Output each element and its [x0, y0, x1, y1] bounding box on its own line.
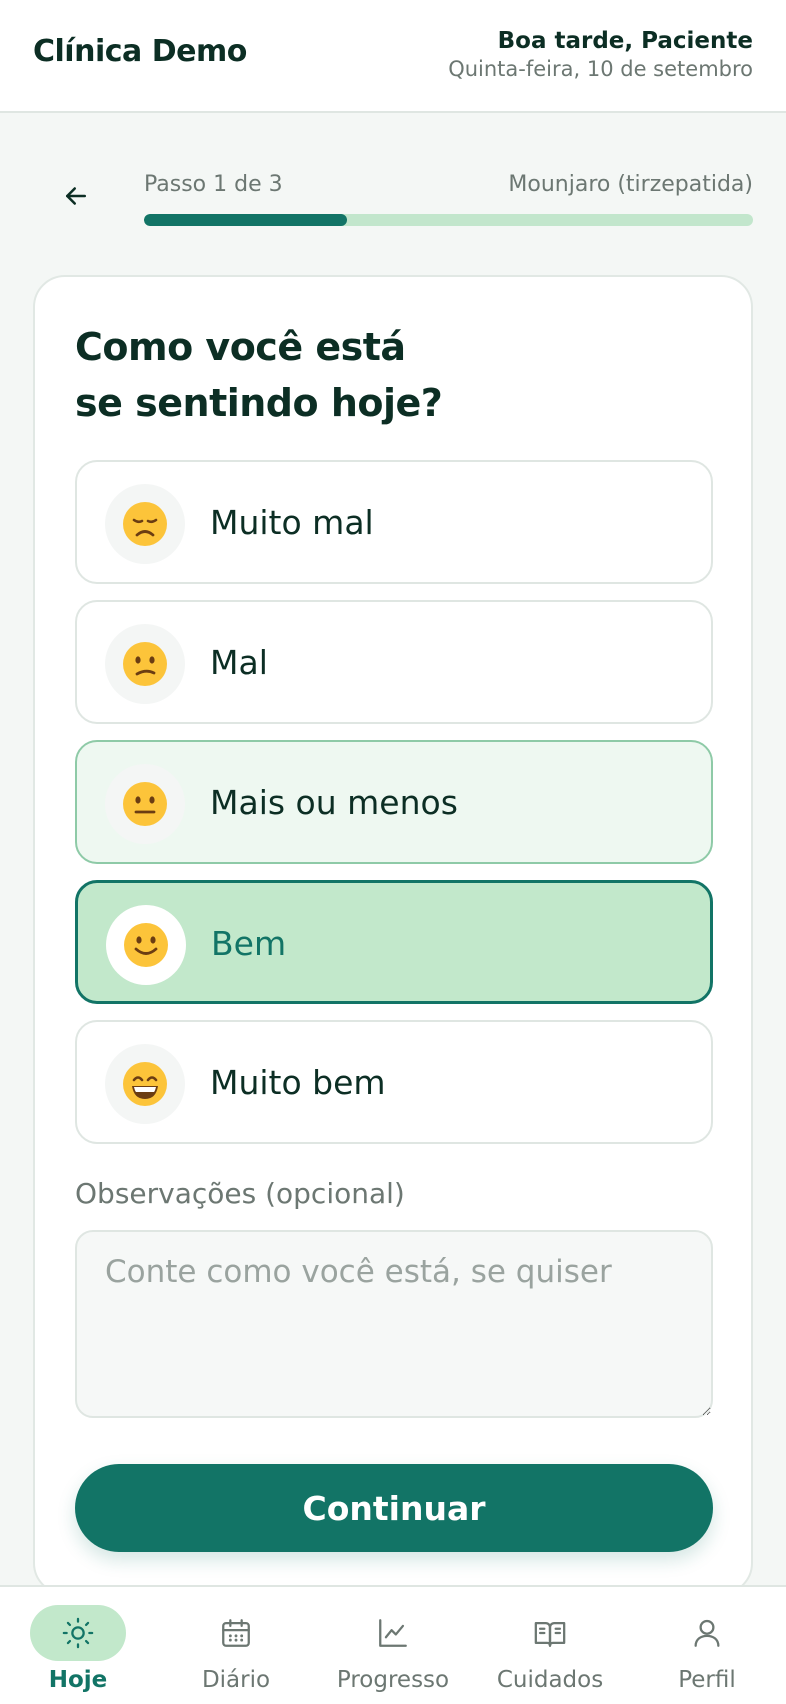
- mood-option-muito-bem[interactable]: Muito bem: [75, 1020, 713, 1144]
- question-title: Como você está se sentindo hoje?: [75, 319, 555, 431]
- nav-label: Progresso: [336, 1667, 450, 1693]
- nav-label: Hoje: [48, 1667, 108, 1693]
- emoji-circle: [106, 905, 186, 985]
- calendar-icon: [222, 1619, 250, 1647]
- mood-option-mal[interactable]: Mal: [75, 600, 713, 724]
- mood-option-label: Bem: [211, 923, 287, 963]
- mood-option-label: Muito mal: [210, 502, 374, 542]
- progress-bar-fill: [144, 214, 347, 226]
- very-sad-face-emoji: [123, 502, 167, 546]
- nav-item-hoje[interactable]: Hoje: [8, 1605, 148, 1701]
- nav-item-cuidados[interactable]: Cuidados: [480, 1605, 620, 1701]
- sun-icon: [62, 1617, 94, 1649]
- grinning-face-emoji: [123, 1062, 167, 1106]
- current-date: Quinta-feira, 10 de setembro: [448, 57, 753, 81]
- mood-option-mais-ou-menos[interactable]: Mais ou menos: [75, 740, 713, 864]
- book-icon: [534, 1621, 566, 1647]
- emoji-circle: [105, 484, 185, 564]
- bottom-navigation: Hoje Diário Progresso Cuidados Perfil: [0, 1585, 786, 1704]
- slightly-smiling-face-emoji: [124, 923, 168, 967]
- medication-name: Mounjaro (tirzepatida): [508, 172, 753, 197]
- nav-item-diario[interactable]: Diário: [166, 1605, 306, 1701]
- nav-icon-container: [188, 1605, 284, 1661]
- notes-textarea[interactable]: [75, 1230, 713, 1418]
- greeting-block: Boa tarde, Paciente Quinta-feira, 10 de …: [448, 28, 753, 81]
- arrow-left-icon: [66, 187, 86, 205]
- nav-item-perfil[interactable]: Perfil: [637, 1605, 777, 1701]
- mood-option-label: Mais ou menos: [210, 782, 458, 822]
- nav-item-progresso[interactable]: Progresso: [323, 1605, 463, 1701]
- nav-icon-container: [659, 1605, 755, 1661]
- mood-options: Muito mal Mal Mais ou menos Bem Muito be…: [75, 460, 713, 1160]
- continue-button[interactable]: Continuar: [75, 1464, 713, 1552]
- question-line-2: se sentindo hoje?: [75, 381, 443, 425]
- nav-label: Cuidados: [496, 1667, 604, 1693]
- nav-icon-container: [345, 1605, 441, 1661]
- notes-label: Observações (opcional): [75, 1177, 405, 1210]
- mood-option-label: Muito bem: [210, 1062, 386, 1102]
- nav-label: Diário: [201, 1667, 271, 1693]
- top-header: Clínica Demo Boa tarde, Paciente Quinta-…: [0, 0, 786, 113]
- question-line-1: Como você está: [75, 325, 406, 369]
- nav-label: Perfil: [678, 1667, 736, 1693]
- nav-icon-container: [30, 1605, 126, 1661]
- brand-name: Clínica Demo: [33, 34, 247, 69]
- app-root: Clínica Demo Boa tarde, Paciente Quinta-…: [0, 0, 786, 1704]
- mood-option-bem[interactable]: Bem: [75, 880, 713, 1004]
- emoji-circle: [105, 764, 185, 844]
- mood-option-label: Mal: [210, 642, 268, 682]
- emoji-circle: [105, 1044, 185, 1124]
- back-button[interactable]: [56, 176, 96, 216]
- nav-icon-container: [502, 1605, 598, 1661]
- mood-card: Como você está se sentindo hoje? Muito m…: [33, 275, 753, 1595]
- progress-bar: [144, 214, 753, 226]
- mood-option-muito-mal[interactable]: Muito mal: [75, 460, 713, 584]
- chart-icon: [379, 1619, 407, 1647]
- user-icon: [694, 1619, 720, 1647]
- greeting-text: Boa tarde, Paciente: [497, 28, 753, 54]
- step-indicator: Passo 1 de 3: [144, 172, 283, 197]
- emoji-circle: [105, 624, 185, 704]
- neutral-face-emoji: [123, 782, 167, 826]
- confused-face-emoji: [123, 642, 167, 686]
